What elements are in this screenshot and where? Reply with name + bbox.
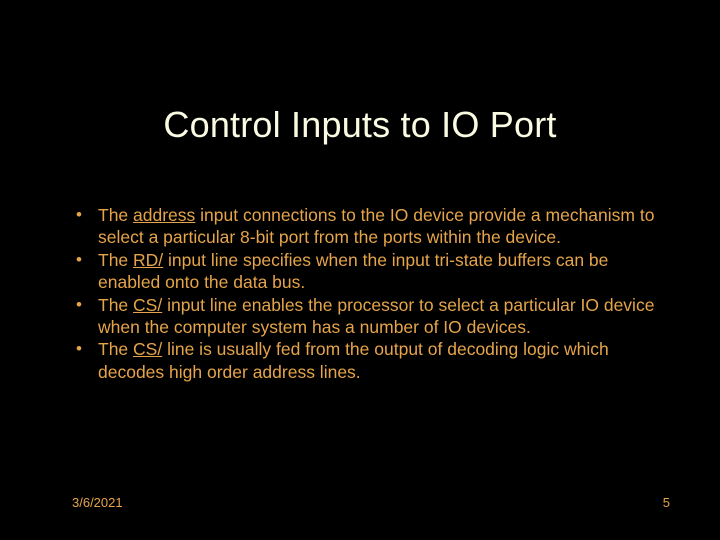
footer-date: 3/6/2021 bbox=[72, 495, 123, 510]
slide-title: Control Inputs to IO Port bbox=[0, 104, 720, 146]
bullet-underline: CS/ bbox=[133, 339, 162, 359]
bullet-underline: RD/ bbox=[133, 250, 163, 270]
bullet-post: line is usually fed from the output of d… bbox=[98, 339, 609, 381]
list-item: The RD/ input line specifies when the in… bbox=[72, 249, 670, 294]
list-item: The CS/ input line enables the processor… bbox=[72, 294, 670, 339]
bullet-post: input line enables the processor to sele… bbox=[98, 295, 654, 337]
bullet-list: The address input connections to the IO … bbox=[72, 204, 670, 383]
bullet-pre: The bbox=[98, 205, 133, 225]
list-item: The address input connections to the IO … bbox=[72, 204, 670, 249]
bullet-pre: The bbox=[98, 295, 133, 315]
bullet-underline: CS/ bbox=[133, 295, 162, 315]
bullet-pre: The bbox=[98, 250, 133, 270]
footer-page-number: 5 bbox=[663, 495, 670, 510]
bullet-post: input line specifies when the input tri-… bbox=[98, 250, 608, 292]
slide-footer: 3/6/2021 5 bbox=[72, 495, 670, 510]
bullet-pre: The bbox=[98, 339, 133, 359]
slide: Control Inputs to IO Port The address in… bbox=[0, 0, 720, 540]
bullet-underline: address bbox=[133, 205, 195, 225]
list-item: The CS/ line is usually fed from the out… bbox=[72, 338, 670, 383]
slide-body: The address input connections to the IO … bbox=[72, 204, 670, 383]
